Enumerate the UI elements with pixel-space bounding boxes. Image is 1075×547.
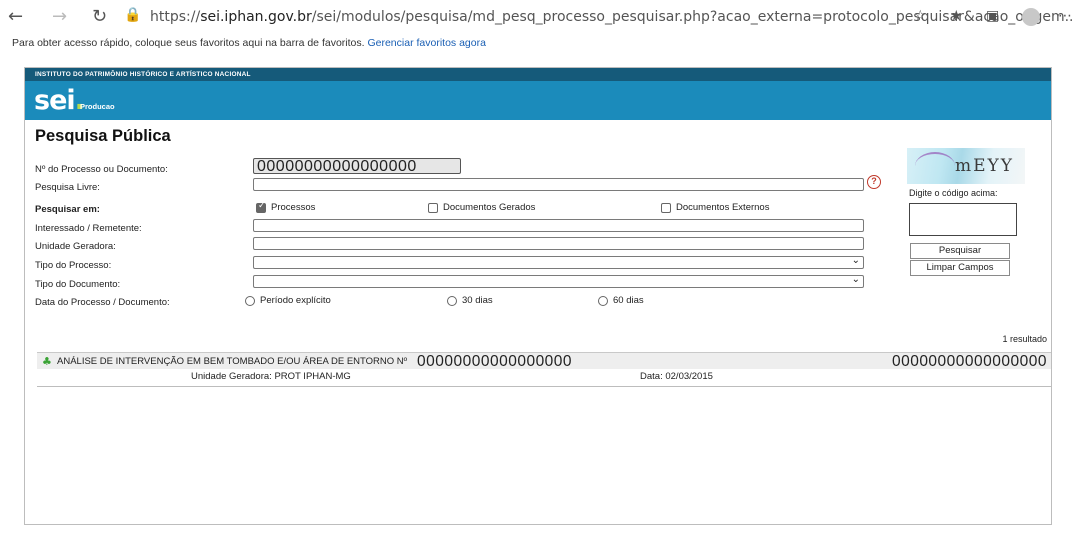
page-title: Pesquisa Pública (35, 127, 171, 145)
interessado-label: Interessado / Remetente: (35, 223, 142, 234)
tipo-processo-label: Tipo do Processo: (35, 260, 112, 271)
checkbox-processos[interactable]: Processos (256, 201, 316, 213)
radio-icon[interactable] (245, 295, 255, 306)
logo-text: sei (34, 85, 76, 116)
captcha-input[interactable] (909, 203, 1017, 236)
address-bar[interactable]: https://sei.iphan.gov.br/sei/modulos/pes… (150, 9, 1075, 25)
checkbox-checked-icon[interactable] (256, 201, 266, 213)
checkbox-documentos-gerados[interactable]: Documentos Gerados (428, 202, 535, 213)
radio-60-dias[interactable]: 60 dias (598, 295, 644, 306)
chevron-down-icon: ⌄ (851, 255, 860, 266)
sei-logo: sei. (34, 85, 85, 116)
checkbox-processos-label: Processos (271, 202, 316, 213)
result-date: Data: 02/03/2015 (640, 371, 713, 382)
search-button[interactable]: Pesquisar (910, 243, 1010, 259)
data-label: Data do Processo / Documento: (35, 297, 170, 308)
institution-strip: INSTITUTO DO PATRIMÔNIO HISTÓRICO E ARTÍ… (25, 68, 1051, 81)
captcha-image: mEYY (907, 148, 1025, 184)
sei-page: INSTITUTO DO PATRIMÔNIO HISTÓRICO E ARTÍ… (24, 67, 1052, 525)
manage-favorites-link[interactable]: Gerenciar favoritos agora (367, 37, 485, 49)
checkbox-icon[interactable] (428, 202, 438, 213)
captcha-text: mEYY (955, 156, 1014, 176)
result-title[interactable]: ANÁLISE DE INTERVENÇÃO EM BEM TOMBADO E/… (57, 356, 407, 367)
back-icon[interactable]: ← (8, 6, 23, 27)
forward-icon[interactable]: → (52, 6, 67, 27)
radio-periodo-explicito[interactable]: Período explícito (245, 295, 331, 306)
result-date-value: 02/03/2015 (665, 371, 713, 382)
result-unit: Unidade Geradora: PROT IPHAN-MG (191, 371, 351, 382)
url-domain: sei.iphan.gov.br (200, 9, 312, 25)
checkbox-documentos-externos[interactable]: Documentos Externos (661, 202, 769, 213)
radio-periodo-label: Período explícito (260, 295, 331, 306)
unidade-input[interactable] (253, 237, 864, 250)
result-unit-value: PROT IPHAN-MG (274, 371, 351, 382)
result-date-label: Data: (640, 371, 663, 382)
result-row[interactable]: ♣ ANÁLISE DE INTERVENÇÃO EM BEM TOMBADO … (37, 352, 1051, 371)
collections-icon[interactable]: ▣ (986, 8, 999, 24)
tipo-processo-select[interactable]: ⌄ (253, 255, 864, 269)
element (915, 152, 955, 180)
radio-30-label: 30 dias (462, 295, 493, 306)
result-unit-label: Unidade Geradora: (191, 371, 272, 382)
radio-icon[interactable] (598, 295, 608, 306)
browser-toolbar: ← → ↻ 🔒 https://sei.iphan.gov.br/sei/mod… (0, 0, 1075, 34)
captcha-label: Digite o código acima: (909, 188, 998, 198)
unidade-label: Unidade Geradora: (35, 241, 116, 252)
clear-fields-button[interactable]: Limpar Campos (910, 260, 1010, 276)
free-search-label: Pesquisa Livre: (35, 182, 100, 193)
more-icon[interactable]: ⋯ (1058, 8, 1072, 24)
favorites-text: Para obter acesso rápido, coloque seus f… (12, 37, 365, 49)
logo-dot: . (74, 85, 85, 116)
tipo-documento-label: Tipo do Documento: (35, 279, 121, 290)
refresh-icon[interactable]: ↻ (92, 6, 107, 27)
radio-icon[interactable] (447, 295, 457, 306)
checkbox-documentos-gerados-label: Documentos Gerados (443, 202, 536, 213)
result-divider (37, 386, 1051, 387)
checkbox-documentos-externos-label: Documentos Externos (676, 202, 770, 213)
checkbox-icon[interactable] (661, 202, 671, 213)
favorites-bar: Para obter acesso rápido, coloque seus f… (12, 37, 486, 49)
process-number-label: Nº do Processo ou Documento: (35, 164, 168, 175)
header-banner: sei. Producao (25, 81, 1051, 120)
help-icon[interactable]: ? (867, 175, 881, 189)
profile-avatar[interactable] (1022, 8, 1040, 26)
result-number-right[interactable]: 00000000000000000 (892, 353, 1047, 371)
star-icon[interactable]: ☆ (914, 8, 927, 24)
process-number-field[interactable]: 00000000000000000 (253, 158, 461, 174)
url-prefix: https:// (150, 9, 201, 25)
chevron-down-icon: ⌄ (851, 274, 860, 285)
result-count: 1 resultado (1002, 334, 1047, 344)
interessado-input[interactable] (253, 219, 864, 232)
free-search-input[interactable] (253, 178, 864, 191)
search-in-label: Pesquisar em: (35, 204, 100, 215)
radio-60-label: 60 dias (613, 295, 644, 306)
tree-icon: ♣ (42, 355, 52, 368)
lock-icon: 🔒 (124, 7, 142, 23)
radio-30-dias[interactable]: 30 dias (447, 295, 493, 306)
environment-label: Producao (80, 102, 115, 111)
favorites-icon[interactable]: ★ (950, 8, 963, 24)
tipo-documento-select[interactable]: ⌄ (253, 274, 864, 288)
result-number[interactable]: 00000000000000000 (417, 353, 572, 371)
